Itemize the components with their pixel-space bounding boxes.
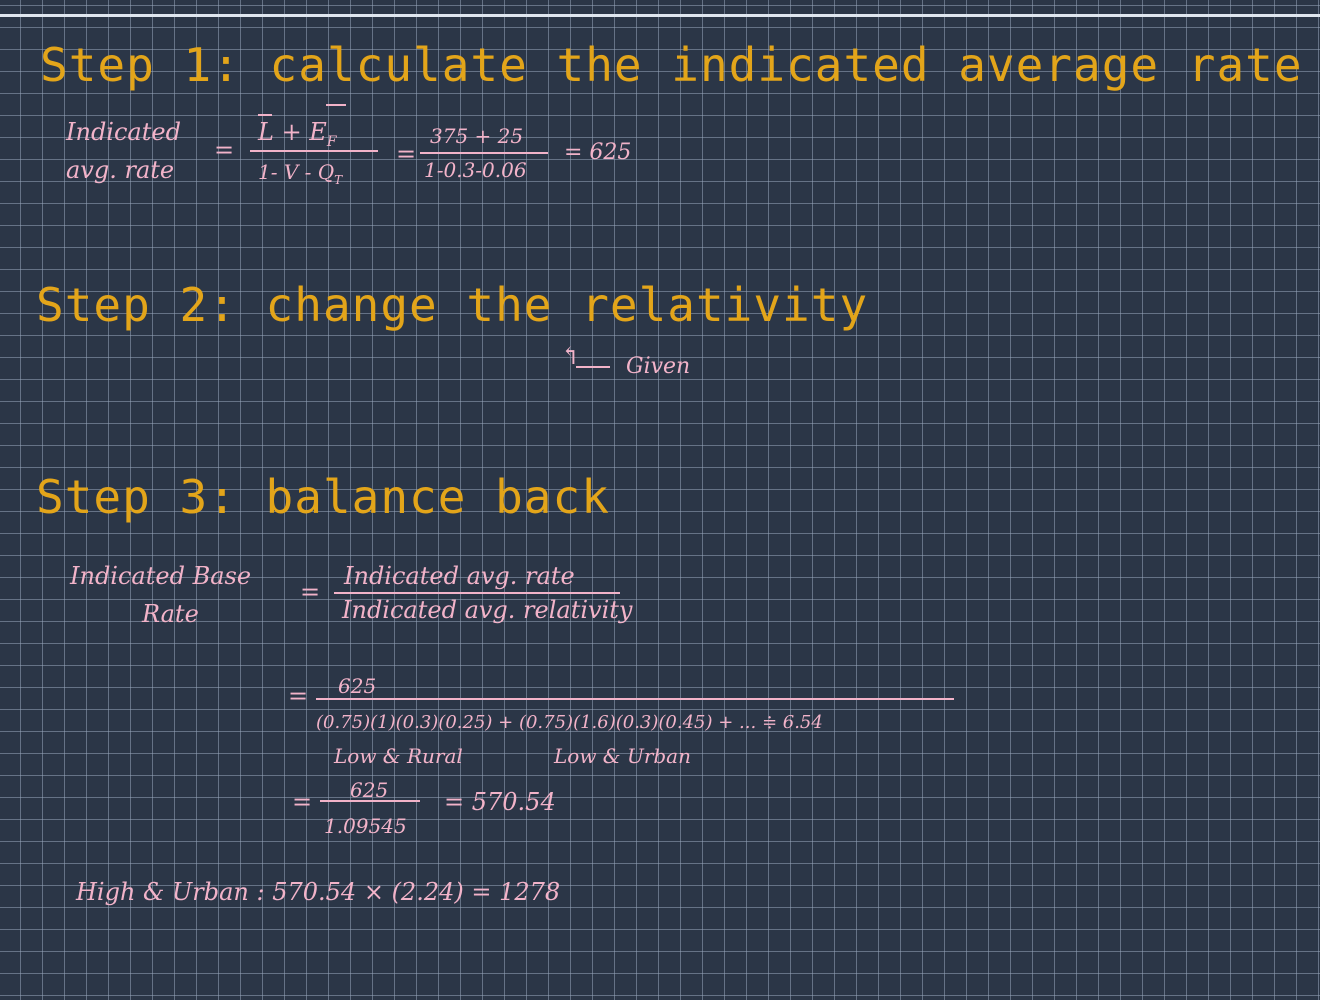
step1-num1-sub: F (326, 133, 337, 150)
step3-equals-3: = (292, 788, 313, 816)
given-arrow-shaft (576, 366, 610, 368)
step3-lhs-line1: Indicated Base (70, 562, 252, 590)
step3-frac2-line (316, 698, 954, 700)
step1-lhs-line2: avg. rate (66, 156, 175, 184)
step1-num2: 375 + 25 (430, 124, 524, 148)
step3-lhs-line2: Rate (142, 600, 199, 628)
given-arrow-icon: ↰ (560, 342, 581, 370)
step2-heading: Step 2: change the relativity (36, 278, 869, 332)
step2-note: Given (626, 354, 691, 379)
step1-num1-text: L + E (258, 118, 327, 146)
step3-label-low-rural: Low & Rural (334, 744, 463, 768)
step3-den3: 1.09545 (324, 814, 407, 838)
step3-num: Indicated avg. rate (344, 562, 575, 590)
overbar-l (258, 114, 272, 116)
overbar-e (326, 104, 346, 106)
step1-den1: 1- V - QT (258, 162, 342, 186)
step3-equals: = (300, 578, 321, 606)
step3-num2: 625 (338, 674, 377, 698)
step3-final: High & Urban : 570.54 × (2.24) = 1278 (76, 878, 561, 906)
step3-heading: Step 3: balance back (36, 470, 610, 524)
step1-den1-text: 1- V - Q (258, 160, 335, 184)
step1-frac1-line (250, 150, 378, 152)
step1-lhs-line1: Indicated (66, 118, 181, 146)
step1-num1: L + EF (258, 120, 337, 149)
step1-result: = 625 (564, 140, 632, 165)
step1-den1-sub: T (334, 173, 343, 187)
step1-equals: = (214, 136, 235, 164)
step3-den: Indicated avg. relativity (342, 596, 633, 624)
step3-result3: = 570.54 (444, 788, 556, 816)
step3-label-low-urban: Low & Urban (554, 744, 691, 768)
step1-frac2-line (420, 152, 548, 154)
top-rule (0, 14, 1320, 17)
step1-equals-2: = (396, 140, 417, 168)
step3-den2: (0.75)(1)(0.3)(0.25) + (0.75)(1.6)(0.3)(… (316, 712, 823, 733)
step1-heading: Step 1: calculate the indicated average … (40, 38, 1303, 92)
step3-frac3-line (320, 800, 420, 802)
step3-equals-2: = (288, 682, 309, 710)
step3-num3: 625 (350, 778, 389, 802)
step3-frac-line (334, 592, 620, 594)
step1-den2: 1-0.3-0.06 (424, 158, 527, 182)
